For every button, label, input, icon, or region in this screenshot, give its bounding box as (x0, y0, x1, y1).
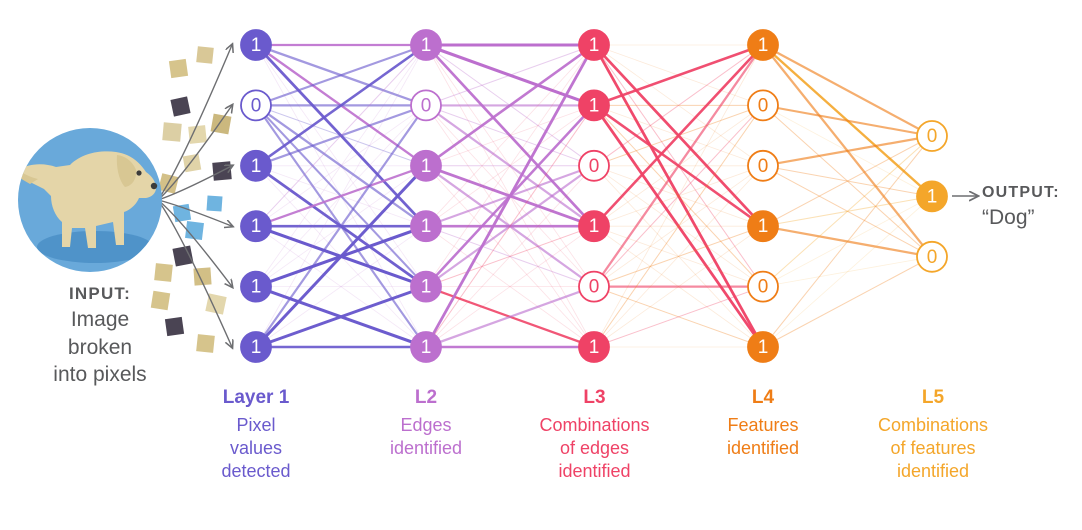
layer-title: Layer 1 (222, 387, 290, 408)
node-value: 1 (758, 337, 769, 358)
layer-title: L4 (751, 387, 775, 408)
input-line-1: Image (70, 307, 130, 331)
node-value: 1 (758, 216, 769, 237)
network-node-layer-3-5[interactable]: 0 (578, 270, 610, 303)
network-node-layer-4-1[interactable]: 1 (747, 29, 779, 61)
pixel-square (154, 263, 173, 282)
node-value: 1 (251, 35, 262, 56)
network-node-layer-4-2[interactable]: 0 (747, 89, 779, 122)
dog-photo-circle (18, 128, 162, 272)
network-node-layer-3-3[interactable]: 0 (578, 149, 610, 182)
input-line-2: broken (67, 335, 133, 359)
output-value: “Dog” (982, 205, 1035, 229)
pixel-square (188, 125, 207, 144)
network-edge (762, 135, 933, 287)
node-value: 0 (251, 95, 262, 116)
network-node-layer-1-2[interactable]: 0 (240, 89, 272, 122)
network-node-layer-3-2[interactable]: 1 (578, 89, 610, 122)
layer-desc: Pixel values detected (221, 414, 291, 482)
pixel-square (206, 195, 223, 212)
network-node-layer-2-5[interactable]: 1 (410, 270, 442, 303)
network-node-layer-2-3[interactable]: 1 (410, 149, 442, 182)
network-node-layer-5-2[interactable]: 1 (916, 180, 948, 213)
input-label: INPUT: Image broken into pixels (20, 283, 180, 389)
node-value: 1 (589, 216, 600, 237)
node-value: 1 (927, 186, 938, 207)
network-node-layer-4-4[interactable]: 1 (747, 210, 779, 243)
network-node-layer-4-3[interactable]: 0 (747, 149, 779, 182)
layer-title: L3 (583, 387, 606, 408)
node-value: 1 (421, 337, 432, 358)
node-value: 1 (421, 35, 432, 56)
network-node-layer-3-6[interactable]: 1 (578, 331, 610, 363)
node-value: 0 (927, 126, 938, 147)
node-value: 1 (421, 216, 432, 237)
node-value: 0 (758, 156, 769, 177)
network-node-layer-3-1[interactable]: 1 (578, 29, 610, 61)
pixel-square (196, 334, 215, 353)
node-value: 1 (251, 216, 262, 237)
node-value: 1 (421, 277, 432, 298)
pixel-square (162, 122, 182, 142)
network-node-layer-1-6[interactable]: 1 (240, 331, 272, 363)
input-line-3: into pixels (53, 363, 147, 387)
network-node-layer-1-3[interactable]: 1 (240, 149, 272, 182)
input-caption: INPUT: (69, 284, 131, 303)
network-edge (762, 135, 933, 348)
layer-label-layer-5: L5 Combinations of features identified (847, 386, 1019, 484)
pixel-square (172, 245, 194, 267)
layer-title: L5 (921, 387, 945, 408)
node-value: 1 (251, 156, 262, 177)
network-node-layer-2-4[interactable]: 1 (410, 210, 442, 243)
pixel-square (196, 46, 214, 64)
neural-network-diagram: 1 0 1 1 1 1 1 0 1 1 1 1 1 1 0 1 0 1 1 0 0 1 0 1 0 1 0 Layer 1 Pixe… (0, 0, 1082, 530)
network-edge (762, 44, 933, 137)
network-node-layer-2-1[interactable]: 1 (410, 29, 442, 61)
layer-desc: Combinations of edges identified (539, 414, 650, 482)
node-value: 0 (421, 95, 432, 116)
node-value: 0 (589, 156, 600, 177)
node-value: 1 (251, 277, 262, 298)
network-node-layer-1-5[interactable]: 1 (240, 270, 272, 303)
node-value: 0 (589, 277, 600, 298)
node-value: 1 (758, 35, 769, 56)
network-edge (762, 134, 933, 167)
pixel-square (168, 58, 189, 79)
node-value: 0 (758, 277, 769, 298)
network-node-layer-2-2[interactable]: 0 (410, 89, 442, 122)
node-value: 1 (589, 337, 600, 358)
network-node-layer-3-4[interactable]: 1 (578, 210, 610, 243)
pixel-square (170, 96, 191, 117)
node-value: 1 (589, 95, 600, 116)
layer-label-layer-4: L4 Features identified (693, 386, 833, 460)
network-edge (762, 256, 933, 348)
network-node-layer-4-6[interactable]: 1 (747, 331, 779, 363)
node-value: 1 (421, 156, 432, 177)
layer-label-layer-3: L3 Combinations of edges identified (512, 386, 677, 484)
node-value: 1 (251, 337, 262, 358)
pixel-square (172, 203, 192, 223)
output-label: OUTPUT: “Dog” (982, 183, 1082, 231)
node-value: 0 (758, 95, 769, 116)
node-value: 1 (589, 35, 600, 56)
network-node-layer-1-1[interactable]: 1 (240, 29, 272, 61)
output-caption: OUTPUT: (982, 184, 1060, 201)
network-node-layer-2-6[interactable]: 1 (410, 331, 442, 363)
layer-title: L2 (414, 387, 438, 408)
network-node-layer-1-4[interactable]: 1 (240, 210, 272, 243)
network-edge (762, 104, 933, 138)
layer-label-layer-2: L2 Edges identified (356, 386, 496, 460)
node-value: 0 (927, 247, 938, 268)
network-node-layer-5-3[interactable]: 0 (916, 240, 948, 273)
network-edge (762, 196, 933, 348)
network-node-layer-5-1[interactable]: 0 (916, 120, 948, 152)
layer-label-layer-1: Layer 1 Pixel values detected (186, 386, 326, 484)
layer-desc: Edges identified (389, 414, 463, 459)
network-node-layer-4-5[interactable]: 0 (747, 270, 779, 303)
layer-desc: Combinations of features identified (877, 414, 989, 482)
network-nodes: 1 0 1 1 1 1 1 0 1 1 1 1 1 1 0 1 0 1 1 0 0 1 0 1 0 1 0 (240, 29, 948, 363)
layer-desc: Features identified (726, 414, 800, 459)
